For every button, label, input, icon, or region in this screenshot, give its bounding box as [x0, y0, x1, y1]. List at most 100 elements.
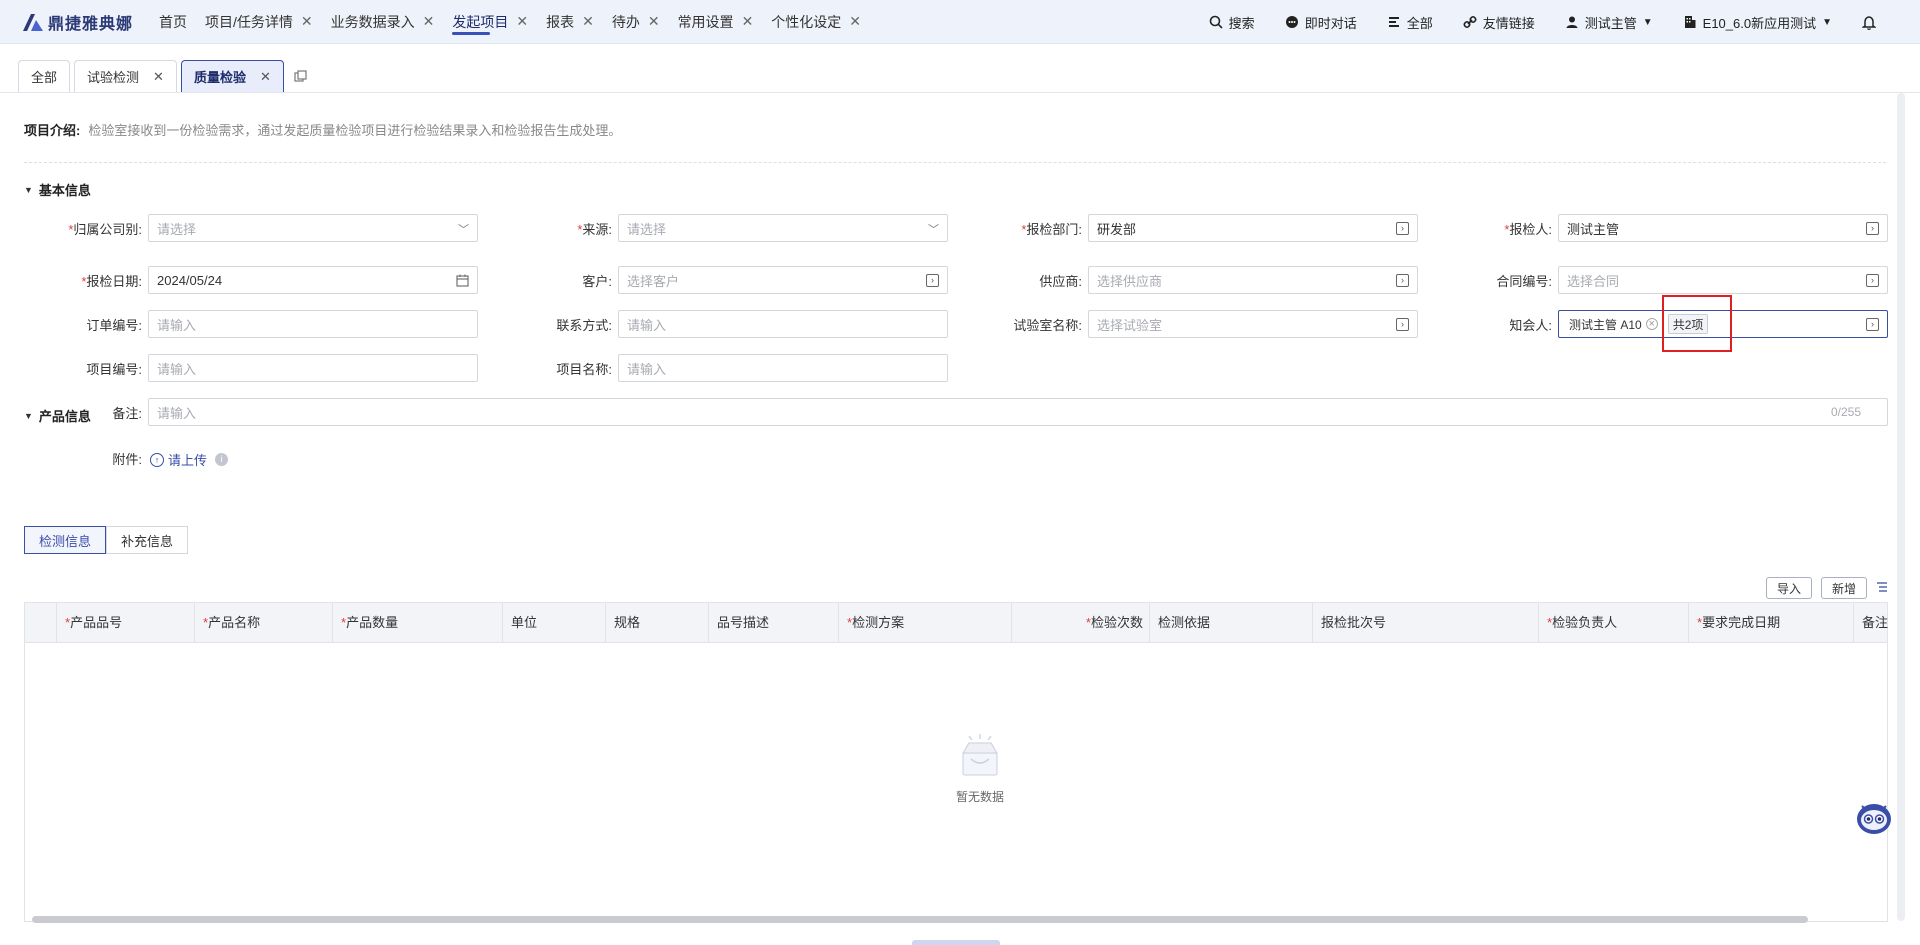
tab-test-detection[interactable]: 试验检测 ✕: [74, 60, 177, 92]
field-label: *来源:: [577, 221, 612, 237]
subtab-detect-info[interactable]: 检测信息: [24, 526, 107, 554]
open-picker-icon[interactable]: ›: [1866, 222, 1879, 235]
section-product-info[interactable]: ▼ 产品信息: [24, 406, 91, 425]
remove-chip-icon[interactable]: ×: [1645, 318, 1658, 330]
nav-item-start-project[interactable]: 发起项目 ✕: [443, 0, 537, 44]
info-icon[interactable]: i: [215, 453, 229, 466]
source-select[interactable]: 请选择 ﹀: [618, 214, 948, 242]
table-header-cell[interactable]: *产品数量: [333, 603, 503, 643]
inspector-picker[interactable]: 测试主管 ›: [1558, 214, 1888, 242]
nav-item-todo[interactable]: 待办 ✕: [603, 0, 669, 44]
date-picker[interactable]: 2024/05/24: [148, 266, 478, 294]
table-header: *产品品号 *产品名称 *产品数量 单位 规格 品号描述 *检测方案 *检验次数…: [25, 603, 1888, 643]
open-picker-icon[interactable]: ›: [1396, 318, 1409, 331]
table-header-cell[interactable]: 检测依据: [1150, 603, 1313, 643]
open-picker-icon[interactable]: ›: [1866, 274, 1879, 287]
nav-item-data-entry[interactable]: 业务数据录入 ✕: [322, 0, 444, 44]
nav-item-personalization[interactable]: 个性化设定 ✕: [762, 0, 870, 44]
calendar-icon[interactable]: [456, 274, 469, 287]
upload-button[interactable]: ↑ 请上传 i: [150, 450, 229, 469]
field-customer: 客户: 选择客户 ›: [494, 266, 948, 294]
table-header-cell[interactable]: *检验次数: [1012, 603, 1150, 643]
open-picker-icon[interactable]: ›: [1396, 274, 1409, 287]
chip-label: 测试主管 A10: [1569, 317, 1642, 332]
close-icon[interactable]: ✕: [260, 69, 271, 85]
nav-item-reports[interactable]: 报表 ✕: [537, 0, 603, 44]
close-icon[interactable]: ✕: [153, 69, 164, 85]
bottom-handle[interactable]: [912, 940, 1000, 945]
table-header-cell[interactable]: *检验负责人: [1539, 603, 1689, 643]
tab-all[interactable]: 全部: [18, 60, 71, 92]
brand-logo[interactable]: 鼎捷雅典娜: [0, 10, 150, 34]
company-select[interactable]: 请选择 ﹀: [148, 214, 478, 242]
placeholder: 选择供应商: [1097, 273, 1163, 289]
open-picker-icon[interactable]: ›: [1396, 222, 1409, 235]
section-basic-info[interactable]: ▼ 基本信息: [24, 180, 91, 199]
links-button[interactable]: 友情链接: [1463, 13, 1535, 32]
contract-picker[interactable]: 选择合同 ›: [1558, 266, 1888, 294]
close-icon[interactable]: ✕: [423, 13, 435, 30]
close-icon[interactable]: ✕: [516, 13, 528, 30]
supplier-picker[interactable]: 选择供应商 ›: [1088, 266, 1418, 294]
tab-quality-inspection[interactable]: 质量检验 ✕: [180, 60, 284, 92]
project-name-input[interactable]: 请输入: [618, 354, 948, 382]
nav-item-project-detail[interactable]: 项目/任务详情 ✕: [196, 0, 322, 44]
tenant-menu[interactable]: E10_6.0新应用测试 ▼: [1683, 13, 1832, 32]
field-dept: *报检部门: 研发部 ›: [964, 214, 1418, 242]
column-settings-icon[interactable]: [1876, 581, 1888, 596]
lab-picker[interactable]: 选择试验室 ›: [1088, 310, 1418, 338]
section-title: 产品信息: [38, 409, 91, 424]
intro-text: 检验室接收到一份检验需求，通过发起质量检验项目进行检验结果录入和检验报告生成处理…: [88, 123, 622, 138]
field-label: *报检人:: [1504, 221, 1552, 237]
project-no-input[interactable]: 请输入: [148, 354, 478, 382]
copy-icon[interactable]: [294, 60, 307, 92]
table-header-cell[interactable]: 备注: [1854, 603, 1888, 643]
top-navigation-bar: 鼎捷雅典娜 首页 项目/任务详情 ✕ 业务数据录入 ✕ 发起项目 ✕ 报表 ✕ 待办 ✕ …: [0, 0, 1920, 44]
add-button[interactable]: 新增: [1821, 577, 1868, 599]
open-picker-icon[interactable]: ›: [926, 274, 939, 287]
bell-icon: [1862, 15, 1876, 30]
field-label: 客户:: [582, 273, 612, 289]
nav-label: 待办: [611, 13, 640, 30]
order-input[interactable]: 请输入: [148, 310, 478, 338]
close-icon[interactable]: ✕: [849, 13, 861, 30]
table-header-cell[interactable]: 报检批次号: [1313, 603, 1539, 643]
all-menu-button[interactable]: 全部: [1387, 13, 1433, 32]
subtab-extra-info[interactable]: 补充信息: [106, 526, 189, 554]
nav-item-common-settings[interactable]: 常用设置 ✕: [669, 0, 763, 44]
vertical-scrollbar[interactable]: [1897, 93, 1905, 921]
field-label: *报检日期:: [81, 273, 142, 289]
table-header-cell[interactable]: *产品名称: [195, 603, 333, 643]
table-header-cell[interactable]: 规格: [606, 603, 709, 643]
product-subtabs: 检测信息 补充信息: [24, 526, 189, 554]
close-icon[interactable]: ✕: [742, 13, 754, 30]
assistant-robot-icon[interactable]: [1854, 798, 1894, 838]
chat-button[interactable]: 即时对话: [1285, 13, 1357, 32]
table-header-cell[interactable]: *要求完成日期: [1689, 603, 1854, 643]
remark-input[interactable]: 请输入 0/255: [148, 398, 1888, 426]
table-header-cell[interactable]: 单位: [503, 603, 606, 643]
section-title: 基本信息: [38, 183, 91, 198]
page-tabs: 全部 试验检测 ✕ 质量检验 ✕: [18, 60, 307, 92]
contact-input[interactable]: 请输入: [618, 310, 948, 338]
import-button[interactable]: 导入: [1766, 577, 1813, 599]
search-label: 搜索: [1228, 15, 1255, 31]
caret-down-icon: ▼: [24, 184, 33, 195]
close-icon[interactable]: ✕: [582, 13, 594, 30]
dept-picker[interactable]: 研发部 ›: [1088, 214, 1418, 242]
nav-label: 报表: [546, 13, 575, 30]
customer-picker[interactable]: 选择客户 ›: [618, 266, 948, 294]
notification-button[interactable]: [1862, 15, 1876, 30]
table-header-cell[interactable]: 品号描述: [709, 603, 839, 643]
horizontal-scrollbar[interactable]: [32, 916, 1808, 923]
list-icon: [1877, 582, 1887, 592]
open-picker-icon[interactable]: ›: [1866, 318, 1879, 331]
close-icon[interactable]: ✕: [648, 13, 660, 30]
search-button[interactable]: 搜索: [1209, 13, 1255, 32]
close-icon[interactable]: ✕: [301, 13, 313, 30]
table-header-cell[interactable]: *产品品号: [57, 603, 195, 643]
table-header-select: [25, 603, 57, 643]
table-header-cell[interactable]: *检测方案: [839, 603, 1012, 643]
nav-item-home[interactable]: 首页: [150, 0, 196, 44]
user-menu[interactable]: 测试主管 ▼: [1565, 13, 1653, 32]
